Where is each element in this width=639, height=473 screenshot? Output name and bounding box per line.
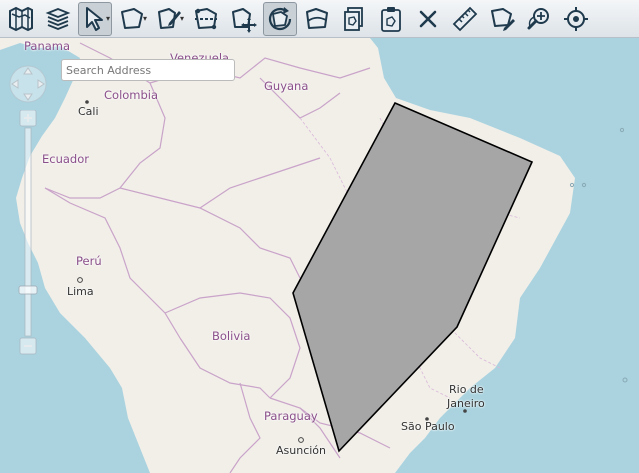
label-colombia: Colombia bbox=[104, 88, 159, 102]
move-polygon-icon bbox=[232, 7, 257, 33]
select-pointer-icon bbox=[86, 6, 103, 31]
chevron-down-icon: ▾ bbox=[142, 13, 147, 23]
zoom-handle bbox=[18, 285, 38, 295]
cut-polygon-button[interactable] bbox=[189, 2, 223, 36]
label-asuncion: Asunción bbox=[276, 444, 327, 457]
layers-icon bbox=[45, 7, 71, 30]
label-paraguay: Paraguay bbox=[264, 409, 318, 423]
draw-polygon-button[interactable]: ▾ bbox=[115, 2, 149, 36]
search-address-input[interactable] bbox=[61, 59, 235, 81]
city-marker-cali bbox=[85, 100, 89, 104]
move-polygon-button[interactable] bbox=[226, 2, 260, 36]
paste-button[interactable] bbox=[374, 2, 408, 36]
delete-icon bbox=[419, 10, 437, 27]
edit-attributes-icon bbox=[491, 7, 515, 31]
label-ecuador: Ecuador bbox=[42, 152, 89, 166]
draw-polygon-icon bbox=[121, 7, 143, 29]
layers-button[interactable] bbox=[41, 2, 75, 36]
measure-button[interactable] bbox=[448, 2, 482, 36]
label-peru: Perú bbox=[76, 254, 102, 268]
map-icon bbox=[9, 6, 33, 31]
pan-control[interactable] bbox=[8, 64, 48, 104]
rotate-polygon-icon bbox=[268, 6, 292, 30]
zoom-slider[interactable] bbox=[17, 110, 39, 356]
copy-icon bbox=[344, 6, 363, 31]
edit-polygon-icon bbox=[158, 7, 181, 29]
zoom-track bbox=[24, 127, 32, 337]
label-bolivia: Bolivia bbox=[212, 329, 251, 343]
toolbar: ▾ ▾ ▾ bbox=[0, 0, 639, 38]
chevron-down-icon: ▾ bbox=[105, 13, 110, 23]
measure-ruler-icon bbox=[452, 6, 478, 31]
paste-icon bbox=[381, 6, 401, 32]
rotate-polygon-button[interactable] bbox=[263, 1, 297, 36]
label-sao-paulo: São Paulo bbox=[401, 420, 455, 433]
label-cali: Cali bbox=[78, 105, 99, 118]
map-button[interactable] bbox=[4, 2, 38, 36]
cut-polygon-icon bbox=[195, 7, 217, 29]
label-lima: Lima bbox=[67, 285, 94, 298]
chevron-down-icon: ▾ bbox=[179, 13, 184, 23]
locate-button[interactable] bbox=[559, 2, 593, 36]
map-canvas[interactable]: Panama Venezuela Guyana Colombia Cali Ec… bbox=[0, 38, 639, 473]
zoom-to-selection-button[interactable] bbox=[522, 2, 556, 36]
reshape-polygon-button[interactable] bbox=[300, 2, 334, 36]
select-button[interactable]: ▾ bbox=[78, 1, 112, 36]
copy-button[interactable] bbox=[337, 2, 371, 36]
label-guyana: Guyana bbox=[264, 79, 309, 93]
label-rio-de: Rio de bbox=[449, 383, 484, 396]
label-panama: Panama bbox=[24, 39, 71, 53]
edit-attributes-button[interactable] bbox=[485, 2, 519, 36]
delete-button[interactable] bbox=[411, 2, 445, 36]
zoom-to-selection-icon bbox=[527, 7, 549, 29]
edit-polygon-button[interactable]: ▾ bbox=[152, 2, 186, 36]
locate-icon bbox=[564, 6, 588, 31]
label-janeiro: Janeiro bbox=[447, 397, 485, 410]
reshape-polygon-icon bbox=[306, 7, 328, 29]
